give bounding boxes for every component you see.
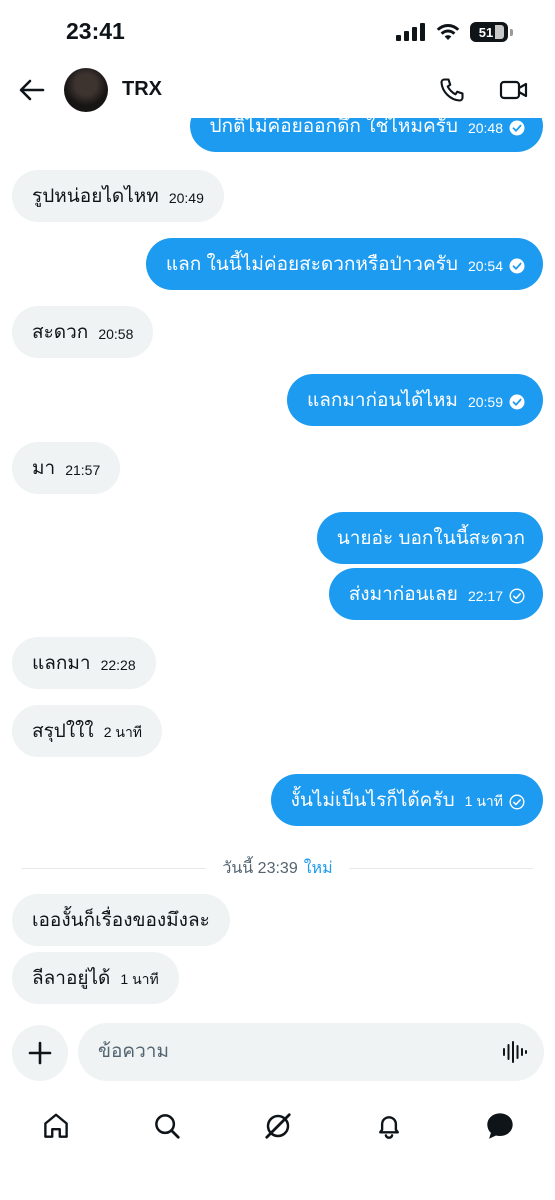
read-check-icon: [509, 120, 525, 136]
message-time: 22:17: [467, 588, 503, 604]
messages-icon: [487, 1113, 513, 1139]
message-bubble-outgoing[interactable]: แลก ในนี้ไม่ค่อยสะดวกหรือป่าวครับ 20:54: [145, 238, 543, 290]
new-messages-label: ใหม่: [303, 859, 333, 877]
status-icons: 51: [396, 22, 513, 42]
message-text: แลกมา: [32, 653, 91, 674]
message-input[interactable]: [98, 1023, 488, 1081]
message-text: เอองั้นก็เรื่องของมึงละ: [32, 910, 210, 931]
message-bubble-incoming[interactable]: สรุปใใใ 2 นาที: [12, 705, 163, 757]
message-time: 20:48: [467, 120, 503, 136]
message-text: สรุปใใใ: [32, 721, 94, 742]
voice-waveform-icon: [503, 1041, 527, 1063]
call-button[interactable]: [436, 74, 468, 106]
message-time: 20:59: [467, 394, 503, 410]
message-time: 21:57: [65, 462, 101, 478]
message-composer: [78, 1023, 544, 1081]
video-camera-icon: [499, 80, 528, 100]
arrow-left-icon: [19, 79, 45, 101]
message-text: รูปหน่อยไดไหท: [32, 186, 159, 207]
voice-message-button[interactable]: [502, 1039, 528, 1065]
nav-search[interactable]: [147, 1106, 187, 1146]
status-time: 23:41: [66, 18, 125, 44]
message-bubble-outgoing[interactable]: ปกติไม่ค่อยออกดึก ใช่ไหมครับ 20:48: [189, 118, 543, 152]
bell-icon: [379, 1116, 399, 1139]
message-text: ส่งมาก่อนเลย: [348, 584, 458, 605]
plus-icon: [28, 1041, 52, 1065]
sent-check-icon: [509, 794, 525, 810]
message-bubble-incoming[interactable]: สะดวก 20:58: [12, 306, 154, 358]
message-bubble-incoming[interactable]: แลกมา 22:28: [12, 637, 156, 689]
search-icon: [155, 1114, 180, 1139]
avatar[interactable]: [64, 68, 108, 112]
message-bubble-outgoing[interactable]: แลกมาก่อนได้ไหม 20:59: [286, 374, 543, 426]
sent-check-icon: [509, 588, 525, 604]
contact-name[interactable]: TRX: [122, 78, 162, 101]
battery-icon: 51: [470, 22, 508, 42]
status-bar: 23:41 51: [0, 0, 555, 62]
message-text: นายอ่ะ บอกในนี้สะดวก: [336, 528, 525, 549]
message-bubble-incoming[interactable]: เอองั้นก็เรื่องของมึงละ: [12, 894, 230, 946]
nav-home[interactable]: [36, 1106, 76, 1146]
message-bubble-incoming[interactable]: ลีลาอยู่ได้ 1 นาที: [12, 952, 179, 1004]
message-time: 22:28: [100, 657, 136, 673]
video-call-button[interactable]: [496, 74, 532, 106]
divider-line: [22, 867, 207, 869]
message-text: ลีลาอยู่ได้: [32, 968, 111, 989]
message-text: ปกติไม่ค่อยออกดึก ใช่ไหมครับ: [209, 118, 458, 137]
add-attachment-button[interactable]: [12, 1025, 68, 1081]
message-time: 20:54: [467, 258, 503, 274]
divider-date: วันนี้ 23:39: [222, 859, 298, 877]
message-bubble-outgoing[interactable]: ส่งมาก่อนเลย 22:17: [328, 568, 543, 620]
back-button[interactable]: [16, 74, 48, 106]
message-time: 20:58: [98, 326, 134, 342]
divider-line: [348, 867, 533, 869]
message-bubble-outgoing[interactable]: งั้นไม่เป็นไรก็ได้ครับ 1 นาที: [270, 774, 543, 826]
message-time: 1 นาที: [464, 793, 503, 809]
read-check-icon: [509, 394, 525, 410]
grok-icon: [265, 1113, 291, 1139]
date-divider: วันนี้ 23:39 ใหม่: [22, 858, 533, 878]
message-bubble-outgoing[interactable]: นายอ่ะ บอกในนี้สะดวก: [316, 512, 543, 564]
read-check-icon: [509, 258, 525, 274]
message-list[interactable]: ปกติไม่ค่อยออกดึก ใช่ไหมครับ 20:48 รูปหน…: [0, 118, 555, 1010]
home-icon: [44, 1113, 68, 1138]
battery-level: 51: [478, 24, 494, 40]
phone-icon: [440, 78, 464, 102]
message-time: 20:49: [168, 190, 204, 206]
conversation-header: TRX: [0, 62, 555, 118]
battery-tip: [510, 28, 513, 36]
nav-notifications[interactable]: [369, 1106, 409, 1146]
nav-grok[interactable]: [258, 1106, 298, 1146]
message-bubble-incoming[interactable]: รูปหน่อยไดไหท 20:49: [12, 170, 224, 222]
message-bubble-incoming[interactable]: มา 21:57: [12, 442, 121, 494]
bottom-navigation: [0, 1098, 555, 1154]
wifi-icon: [436, 24, 460, 40]
message-text: แลกมาก่อนได้ไหม: [306, 390, 458, 411]
message-text: สะดวก: [32, 322, 89, 343]
message-text: แลก ในนี้ไม่ค่อยสะดวกหรือป่าวครับ: [165, 254, 458, 275]
divider-label: วันนี้ 23:39 ใหม่: [206, 856, 348, 881]
message-text: งั้นไม่เป็นไรก็ได้ครับ: [290, 790, 455, 811]
message-time: 1 นาที: [120, 971, 159, 987]
message-time: 2 นาที: [103, 724, 143, 740]
message-text: มา: [32, 458, 56, 479]
cellular-signal-icon: [396, 23, 425, 41]
nav-messages[interactable]: [480, 1106, 520, 1146]
